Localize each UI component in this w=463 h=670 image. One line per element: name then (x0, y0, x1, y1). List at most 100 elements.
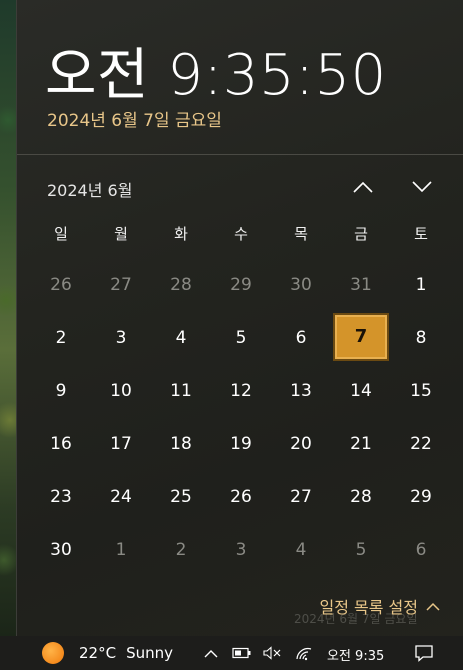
calendar-day-number: 31 (350, 274, 372, 295)
calendar-day[interactable]: 27 (271, 470, 331, 523)
calendar-day[interactable]: 11 (151, 364, 211, 417)
calendar-day[interactable]: 1 (391, 258, 451, 311)
calendar-day-number: 23 (50, 486, 72, 507)
calendar-day-number: 3 (235, 539, 247, 560)
calendar-day[interactable]: 4 (151, 311, 211, 364)
calendar-day[interactable]: 17 (91, 417, 151, 470)
calendar-day-number: 4 (295, 539, 307, 560)
calendar-day[interactable]: 19 (211, 417, 271, 470)
weekday-label: 목 (294, 225, 308, 243)
calendar-day[interactable]: 13 (271, 364, 331, 417)
calendar-day[interactable]: 15 (391, 364, 451, 417)
calendar-day[interactable]: 29 (391, 470, 451, 523)
taskbar-clock[interactable]: 오전 9:35 (327, 645, 384, 664)
calendar-day[interactable]: 6 (391, 523, 451, 576)
calendar-day[interactable]: 5 (331, 523, 391, 576)
calendar-day-number: 10 (110, 380, 132, 401)
calendar-day[interactable]: 2 (151, 523, 211, 576)
calendar-day-number: 17 (110, 433, 132, 454)
divider (17, 154, 463, 155)
calendar-day-number: 26 (50, 274, 72, 295)
calendar-day-number: 3 (115, 327, 127, 348)
calendar-grid: 26 27 28 29 30 31 1 2 3 4 5 6 7 8 9 10 11 12 13 14 15 16 17 18 1… (31, 258, 451, 576)
calendar-day-today[interactable]: 7 (331, 311, 391, 364)
calendar-day-number: 5 (355, 539, 367, 560)
calendar-day[interactable]: 20 (271, 417, 331, 470)
notification-icon[interactable] (413, 642, 435, 664)
month-label[interactable]: 2024년 6월 (47, 177, 132, 201)
calendar-day-number: 6 (415, 539, 427, 560)
calendar-day-number: 27 (110, 274, 132, 295)
calendar-day[interactable]: 12 (211, 364, 271, 417)
calendar-day[interactable]: 29 (211, 258, 271, 311)
calendar-day[interactable]: 6 (271, 311, 331, 364)
wifi-icon[interactable] (293, 642, 315, 664)
calendar-day[interactable]: 1 (91, 523, 151, 576)
schedule-toggle-link[interactable]: 일정 목록 설정 (320, 594, 441, 618)
next-month-button[interactable] (408, 174, 436, 200)
calendar-day[interactable]: 23 (31, 470, 91, 523)
calendar-day-number: 15 (410, 380, 432, 401)
calendar-day[interactable]: 14 (331, 364, 391, 417)
clock-calendar-flyout: 오전 9:35:50 2024년 6월 7일 금요일 2024년 6월 일 월 화 수… (16, 0, 463, 636)
calendar-day[interactable]: 25 (151, 470, 211, 523)
calendar-day[interactable]: 30 (271, 258, 331, 311)
calendar-day[interactable]: 31 (331, 258, 391, 311)
calendar-day-number: 6 (295, 327, 307, 348)
weekday-label: 일 (54, 225, 68, 243)
chevron-up-icon (426, 602, 440, 611)
weekday-label: 수 (234, 225, 248, 243)
calendar-day[interactable]: 3 (211, 523, 271, 576)
weekday-label: 금 (354, 225, 368, 243)
calendar-day-number: 2 (55, 327, 67, 348)
calendar-day-number: 27 (290, 486, 312, 507)
calendar-day-number: 30 (290, 274, 312, 295)
calendar-day-number: 2 (175, 539, 187, 560)
calendar-day-number: 14 (350, 380, 372, 401)
calendar-day-number: 13 (290, 380, 312, 401)
calendar-day-number: 26 (230, 486, 252, 507)
calendar-day[interactable]: 22 (391, 417, 451, 470)
clock-time: 오전 9:35:50 (45, 43, 387, 108)
calendar-day-number: 4 (175, 327, 187, 348)
weather-condition: Sunny (126, 644, 173, 662)
clock-date-link[interactable]: 2024년 6월 7일 금요일 (47, 106, 222, 131)
desktop-wallpaper (0, 0, 16, 636)
calendar-day-number: 1 (115, 539, 127, 560)
calendar-day-number: 16 (50, 433, 72, 454)
calendar-day[interactable]: 21 (331, 417, 391, 470)
weekday-label: 화 (174, 225, 188, 243)
weather-widget[interactable]: 22°C Sunny (42, 642, 173, 664)
weekday-label: 월 (114, 225, 128, 243)
battery-icon[interactable] (231, 642, 253, 664)
calendar-day[interactable]: 26 (31, 258, 91, 311)
volume-muted-icon[interactable] (262, 642, 284, 664)
calendar-day[interactable]: 27 (91, 258, 151, 311)
previous-month-button[interactable] (349, 174, 377, 200)
calendar-day[interactable]: 28 (151, 258, 211, 311)
calendar-day[interactable]: 4 (271, 523, 331, 576)
chevron-down-icon (412, 181, 432, 193)
calendar-day[interactable]: 28 (331, 470, 391, 523)
calendar-day[interactable]: 26 (211, 470, 271, 523)
calendar-day[interactable]: 18 (151, 417, 211, 470)
calendar-day[interactable]: 2 (31, 311, 91, 364)
calendar-day[interactable]: 30 (31, 523, 91, 576)
calendar-day-number: 11 (170, 380, 192, 401)
calendar-day[interactable]: 24 (91, 470, 151, 523)
sun-icon (42, 642, 64, 664)
calendar-day[interactable]: 10 (91, 364, 151, 417)
calendar-day[interactable]: 5 (211, 311, 271, 364)
taskbar: 22°C Sunny 오전 9:35 (0, 636, 463, 670)
calendar-day[interactable]: 9 (31, 364, 91, 417)
calendar-day[interactable]: 3 (91, 311, 151, 364)
calendar-day-number: 29 (410, 486, 432, 507)
calendar-day-number: 24 (110, 486, 132, 507)
calendar-day-number: 9 (55, 380, 67, 401)
chevron-up-icon[interactable] (200, 642, 222, 664)
calendar-day-number: 22 (410, 433, 432, 454)
calendar-day[interactable]: 8 (391, 311, 451, 364)
calendar-day-number: 30 (50, 539, 72, 560)
calendar-day[interactable]: 16 (31, 417, 91, 470)
calendar-day-number: 29 (230, 274, 252, 295)
